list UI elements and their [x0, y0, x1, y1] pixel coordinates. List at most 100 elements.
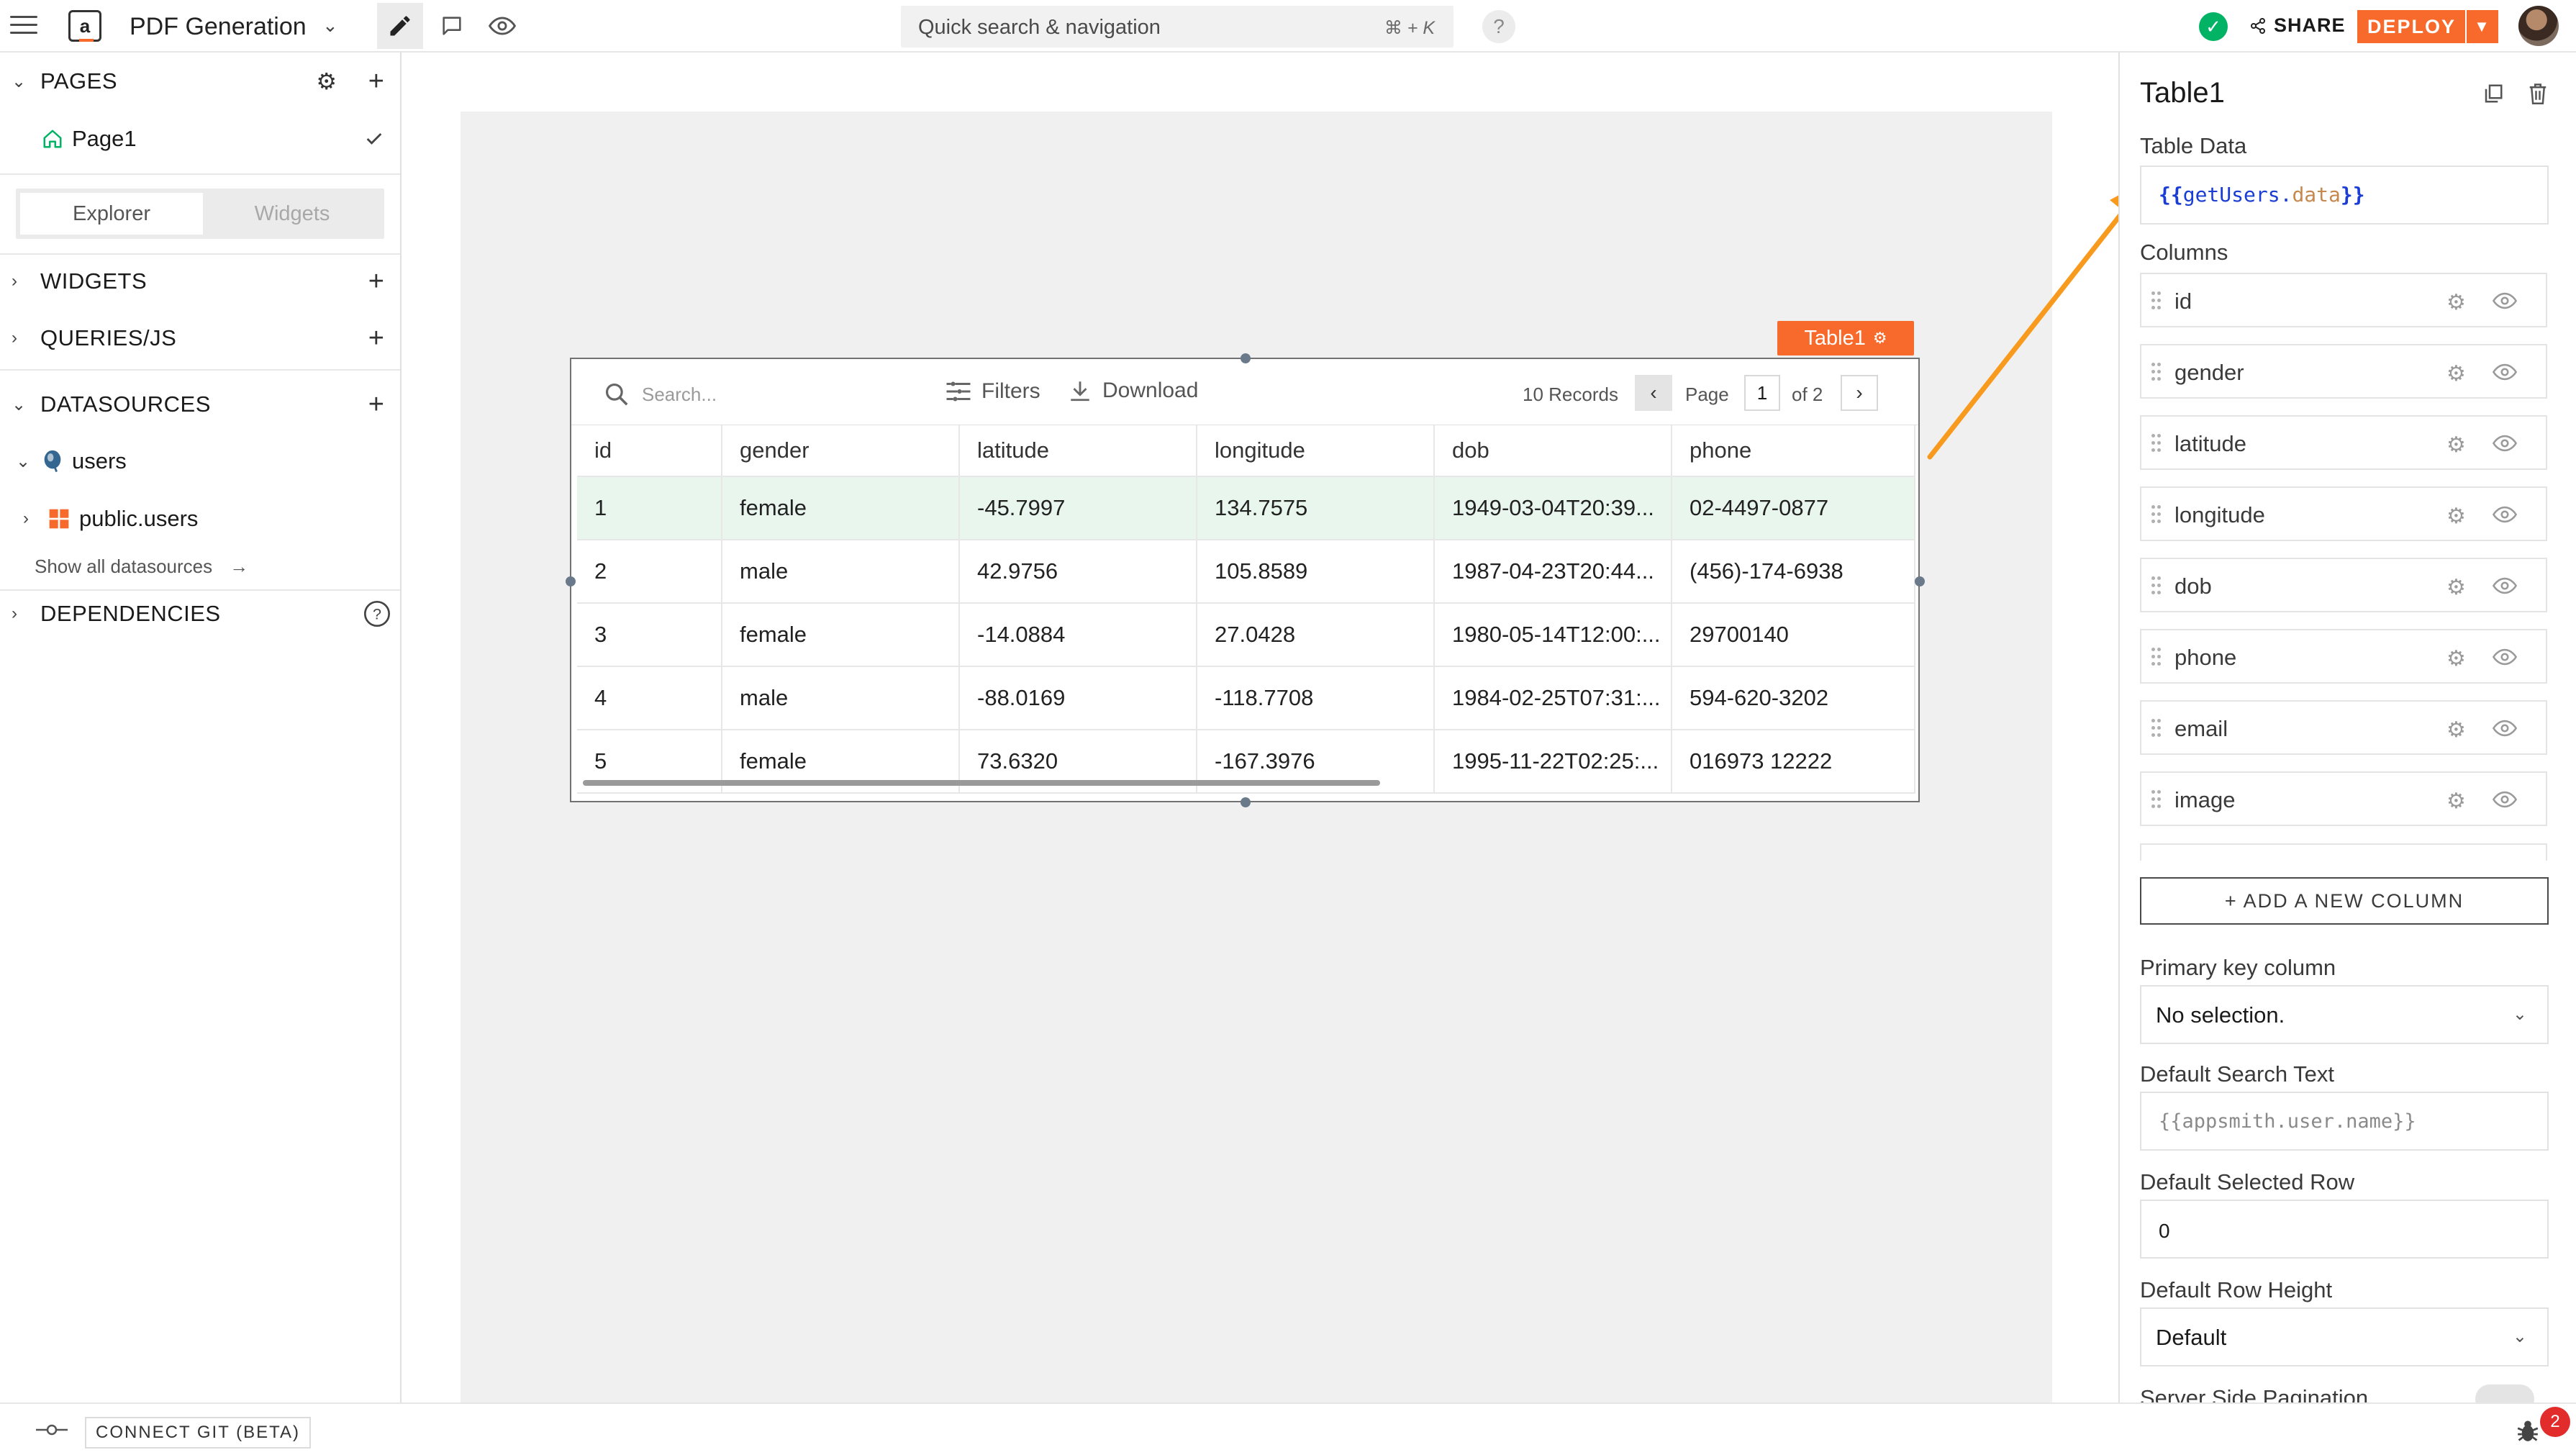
table-cell[interactable]: 1984-02-25T07:31:... [1435, 667, 1672, 729]
horizontal-scrollbar[interactable] [583, 780, 1380, 786]
datasources-section-header[interactable]: ⌄ DATASOURCES + [0, 389, 400, 420]
deploy-button[interactable]: DEPLOY ▼ [2357, 10, 2498, 43]
dependencies-section-header[interactable]: › DEPENDENCIES ? [0, 599, 400, 628]
copy-icon[interactable] [2482, 83, 2504, 104]
column-header[interactable]: longitude [1197, 425, 1435, 476]
filters-button[interactable]: Filters [945, 379, 1040, 404]
chevron-down-icon[interactable]: ⌄ [322, 14, 338, 37]
table-cell[interactable]: 02-4497-0877 [1672, 477, 1915, 539]
tab-widgets[interactable]: Widgets [204, 193, 380, 235]
column-item[interactable]: id ⚙ [2140, 273, 2547, 327]
chevron-down-icon[interactable]: ⌄ [12, 71, 26, 92]
chevron-right-icon[interactable]: › [12, 328, 17, 348]
eye-icon[interactable] [2493, 790, 2517, 809]
chevron-right-icon[interactable]: › [12, 271, 17, 291]
default-search-input[interactable]: {{appsmith.user.name}} [2140, 1092, 2549, 1151]
table-cell[interactable]: 2 [577, 540, 722, 602]
chevron-down-icon[interactable]: ⌄ [16, 451, 30, 472]
resize-handle-right[interactable] [1915, 576, 1925, 586]
table-row[interactable]: 4 male -88.0169 -118.7708 1984-02-25T07:31:.… [577, 667, 1915, 730]
table-cell[interactable]: 42.9756 [960, 540, 1197, 602]
quick-search-bar[interactable]: Quick search & navigation ⌘ + K [901, 6, 1453, 47]
table-cell[interactable]: 016973 12222 [1672, 730, 1915, 792]
table-cell[interactable]: male [722, 540, 960, 602]
gear-icon[interactable]: ⚙ [316, 68, 337, 95]
datasource-users[interactable]: ⌄ users [0, 447, 400, 476]
primary-key-select[interactable]: No selection. ⌄ [2140, 985, 2549, 1044]
column-item[interactable]: gender ⚙ [2140, 344, 2547, 399]
bug-icon[interactable] [2516, 1418, 2540, 1444]
page-number-input[interactable]: 1 [1744, 375, 1780, 411]
drag-handle-icon[interactable] [2151, 291, 2163, 310]
edit-mode-button[interactable] [377, 3, 423, 49]
eye-icon[interactable] [2493, 505, 2517, 524]
gear-icon[interactable]: ⚙ [2446, 646, 2466, 671]
avatar[interactable] [2518, 6, 2559, 46]
chevron-down-icon[interactable]: ⌄ [12, 394, 26, 415]
table-cell[interactable]: 4 [577, 667, 722, 729]
table-row[interactable]: 3 female -14.0884 27.0428 1980-05-14T12:00:.… [577, 604, 1915, 667]
column-item[interactable]: latitude ⚙ [2140, 415, 2547, 470]
gear-icon[interactable]: ⚙ [2446, 504, 2466, 529]
chevron-down-icon[interactable]: ▼ [2465, 10, 2498, 43]
column-header[interactable]: latitude [960, 425, 1197, 476]
drag-handle-icon[interactable] [2151, 648, 2163, 666]
table-cell[interactable]: 1995-11-22T02:25:... [1435, 730, 1672, 792]
eye-icon[interactable] [2493, 363, 2517, 381]
table-cell[interactable]: -88.0169 [960, 667, 1197, 729]
gear-icon[interactable]: ⚙ [2446, 789, 2466, 814]
column-item[interactable]: phone ⚙ [2140, 629, 2547, 684]
drag-handle-icon[interactable] [2151, 434, 2163, 453]
eye-icon[interactable] [2493, 576, 2517, 595]
resize-handle-left[interactable] [566, 576, 576, 586]
resize-handle-bottom[interactable] [1241, 797, 1251, 807]
table-cell[interactable]: (456)-174-6938 [1672, 540, 1915, 602]
column-header[interactable]: dob [1435, 425, 1672, 476]
column-header[interactable]: id [577, 425, 722, 476]
table-cell[interactable]: female [722, 604, 960, 666]
row-height-select[interactable]: Default ⌄ [2140, 1307, 2549, 1366]
table-data-input[interactable]: {{getUsers.data}} [2140, 166, 2549, 225]
chevron-right-icon[interactable]: › [12, 604, 17, 624]
add-page-icon[interactable]: + [368, 66, 384, 97]
pages-section-header[interactable]: ⌄ PAGES ⚙ + [0, 66, 400, 97]
queries-section-header[interactable]: › QUERIES/JS + [0, 323, 400, 354]
gear-icon[interactable]: ⚙ [2446, 717, 2466, 743]
gear-icon[interactable]: ⚙ [2446, 290, 2466, 315]
add-query-icon[interactable]: + [368, 323, 384, 354]
table-cell[interactable]: 134.7575 [1197, 477, 1435, 539]
add-new-column-button[interactable]: + ADD A NEW COLUMN [2140, 877, 2549, 925]
gear-icon[interactable]: ⚙ [1873, 329, 1887, 348]
widgets-section-header[interactable]: › WIDGETS + [0, 266, 400, 297]
drag-handle-icon[interactable] [2151, 719, 2163, 738]
previous-page-button[interactable]: ‹ [1635, 375, 1672, 411]
resize-handle-top[interactable] [1241, 353, 1251, 363]
gear-icon[interactable]: ⚙ [2446, 432, 2466, 458]
app-logo-icon[interactable]: a [68, 10, 101, 42]
chevron-right-icon[interactable]: › [23, 509, 29, 529]
table-cell[interactable]: 1949-03-04T20:39... [1435, 477, 1672, 539]
share-button[interactable]: SHARE [2249, 14, 2346, 37]
eye-icon[interactable] [2493, 648, 2517, 666]
app-title[interactable]: PDF Generation [130, 13, 307, 41]
table-cell[interactable]: male [722, 667, 960, 729]
default-row-input[interactable]: 0 [2140, 1200, 2549, 1259]
eye-icon[interactable] [2493, 291, 2517, 310]
table-cell[interactable]: 3 [577, 604, 722, 666]
table-cell[interactable]: -45.7997 [960, 477, 1197, 539]
table-cell[interactable]: 27.0428 [1197, 604, 1435, 666]
column-item[interactable]: email ⚙ [2140, 700, 2547, 755]
column-item[interactable]: dob ⚙ [2140, 558, 2547, 612]
trash-icon[interactable] [2527, 81, 2549, 106]
table-cell[interactable]: 105.8589 [1197, 540, 1435, 602]
eye-icon[interactable] [2493, 719, 2517, 738]
gear-icon[interactable]: ⚙ [2446, 361, 2466, 386]
table-cell[interactable]: 1980-05-14T12:00:... [1435, 604, 1672, 666]
gear-icon[interactable]: ⚙ [2446, 575, 2466, 600]
add-widget-icon[interactable]: + [368, 266, 384, 297]
show-all-datasources-link[interactable]: Show all datasources → [0, 552, 400, 581]
sidebar-item-page1[interactable]: Page1 [0, 124, 400, 153]
table-cell[interactable]: 1987-04-23T20:44... [1435, 540, 1672, 602]
widget-name-tag[interactable]: Table1 ⚙ [1777, 321, 1914, 355]
column-header[interactable]: phone [1672, 425, 1915, 476]
